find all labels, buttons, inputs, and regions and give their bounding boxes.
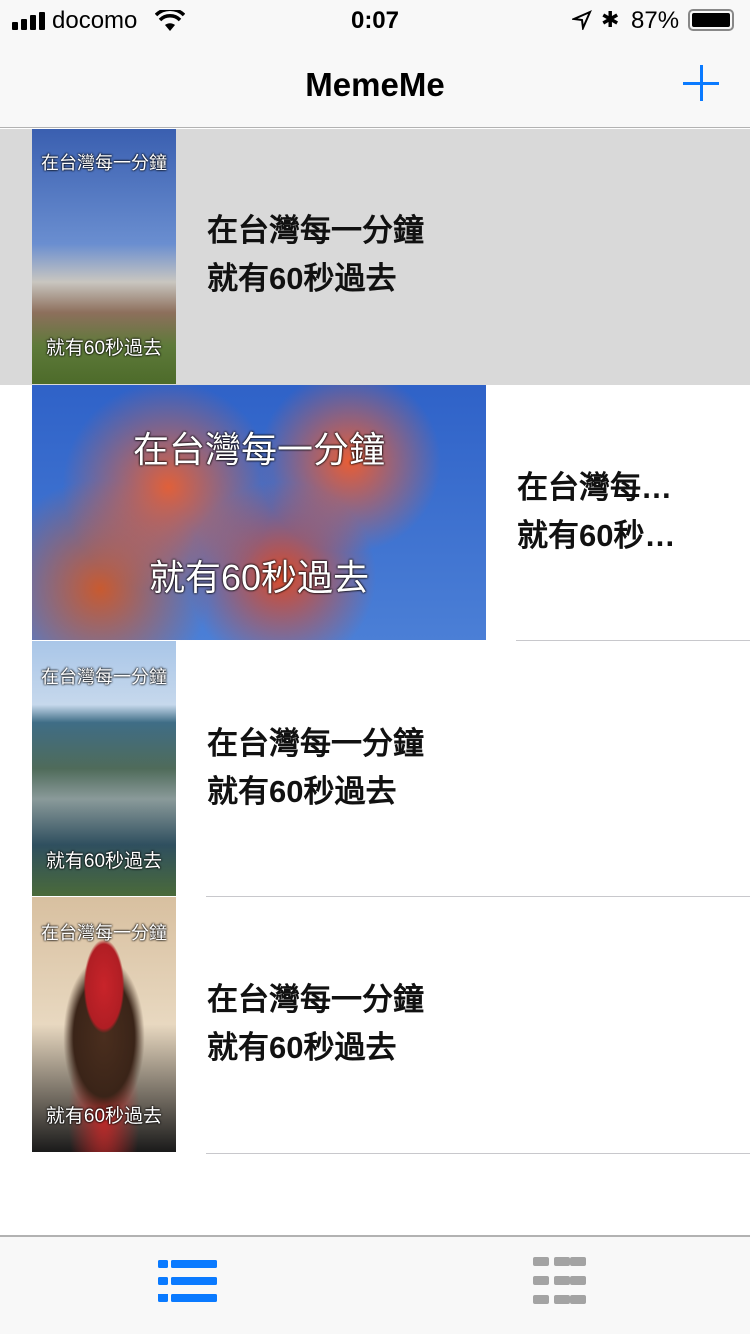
- meme-thumbnail: 在台灣每一分鐘 就有60秒過去: [32, 897, 176, 1152]
- meme-row[interactable]: 在台灣每一分鐘 就有60秒過去 在台灣每一分鐘 就有60秒過去: [0, 897, 750, 1154]
- meme-row[interactable]: 在台灣每一分鐘 就有60秒過去 在台灣每一分鐘 就有60秒過去: [0, 641, 750, 897]
- meme-top-text: 在台灣每一分鐘: [41, 153, 167, 173]
- meme-bottom-text: 就有60秒過去: [45, 1106, 163, 1127]
- meme-label-top: 在台灣每一分鐘: [207, 982, 424, 1017]
- meme-label-bottom: 就有60秒…: [517, 518, 676, 553]
- grid-icon: [533, 1257, 586, 1304]
- meme-top-text: 在台灣每一分鐘: [132, 429, 385, 470]
- meme-label-top: 在台灣每一分鐘: [207, 726, 424, 761]
- meme-thumbnail: 在台灣每一分鐘 就有60秒過去: [32, 641, 176, 896]
- meme-thumbnail: 在台灣每一分鐘 就有60秒過去: [32, 129, 176, 384]
- meme-top-text: 在台灣每一分鐘: [41, 667, 167, 687]
- meme-label-top: 在台灣每一分鐘: [207, 213, 424, 248]
- tab-grid[interactable]: [375, 1237, 750, 1334]
- meme-label: 在台灣每一分鐘 就有60秒過去: [207, 207, 507, 303]
- meme-row[interactable]: 在台灣每一分鐘 就有60秒過去 在台灣每… 就有60秒…: [0, 385, 750, 641]
- meme-bottom-text: 就有60秒過去: [45, 338, 163, 359]
- meme-label-bottom: 就有60秒過去: [207, 261, 397, 296]
- meme-thumbnail: 在台灣每一分鐘 就有60秒過去: [32, 385, 486, 640]
- meme-label-bottom: 就有60秒過去: [207, 1030, 397, 1065]
- battery-icon: [688, 9, 734, 31]
- row-separator: [206, 1153, 750, 1154]
- location-icon: [572, 10, 592, 30]
- meme-bottom-text: 就有60秒過去: [45, 851, 163, 872]
- meme-label-bottom: 就有60秒過去: [207, 774, 397, 809]
- add-meme-button[interactable]: [683, 65, 719, 101]
- meme-label: 在台灣每一分鐘 就有60秒過去: [207, 720, 507, 816]
- meme-bottom-text: 就有60秒過去: [148, 557, 370, 598]
- page-title: MemeMe: [305, 66, 445, 103]
- meme-label: 在台灣每… 就有60秒…: [517, 464, 707, 560]
- tab-list[interactable]: [0, 1237, 375, 1334]
- status-bar: docomo 0:07 ✱ 87%: [0, 0, 750, 40]
- meme-label: 在台灣每一分鐘 就有60秒過去: [207, 976, 507, 1072]
- list-icon-row: [158, 1294, 217, 1302]
- navigation-bar: MemeMe: [0, 40, 750, 128]
- meme-top-text: 在台灣每一分鐘: [41, 923, 167, 943]
- bluetooth-icon: ✱: [601, 7, 620, 32]
- tab-bar: [0, 1235, 750, 1334]
- battery-percent: 87%: [631, 7, 680, 34]
- meme-row[interactable]: 在台灣每一分鐘 就有60秒過去 在台灣每一分鐘 就有60秒過去: [0, 129, 750, 385]
- meme-label-top: 在台灣每…: [517, 470, 672, 505]
